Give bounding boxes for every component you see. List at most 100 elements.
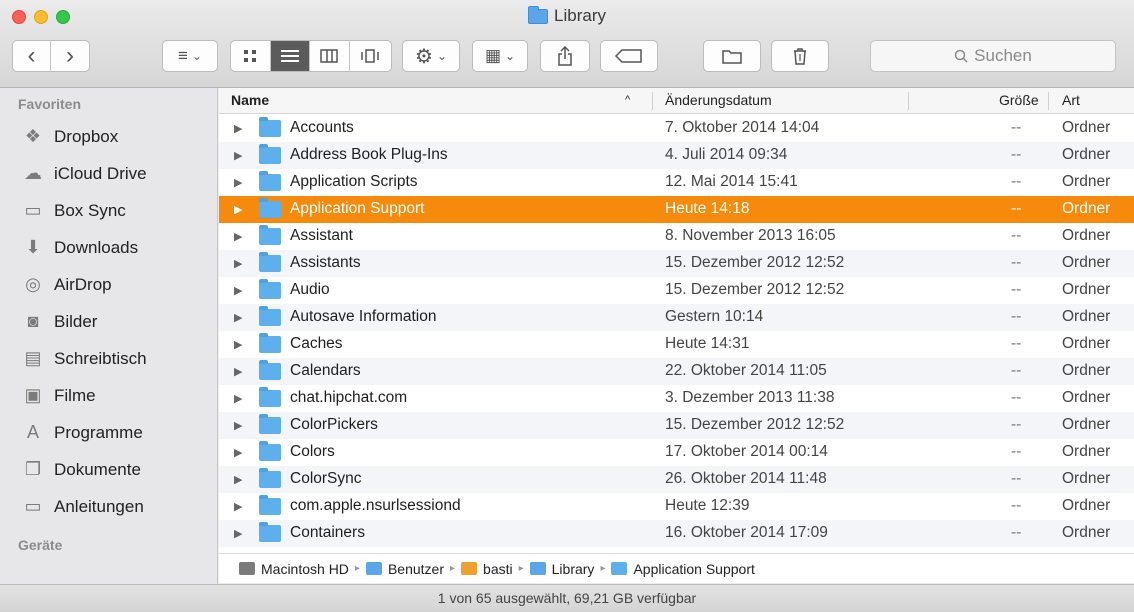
path-item[interactable]: Macintosh HD [261,561,349,577]
trash-icon [794,48,806,65]
path-item[interactable]: Benutzer [388,561,444,577]
disclosure-triangle-icon[interactable]: ▶ [234,527,242,540]
column-header-row: Name ^ Änderungsdatum Größe Art [219,88,1134,114]
sidebar-item-schreibtisch[interactable]: ▤ Schreibtisch [0,340,217,377]
tag-button[interactable] [600,40,658,72]
coverflow-view-button[interactable] [350,41,391,71]
delete-button[interactable] [771,40,829,72]
column-header-size[interactable]: Größe [999,92,1039,108]
disclosure-triangle-icon[interactable]: ▶ [234,473,242,486]
disclosure-triangle-icon[interactable]: ▶ [234,365,242,378]
table-row[interactable]: ▶ Application Support Heute 14:18 -- Ordner [219,196,1134,223]
table-row[interactable]: ▶ Containers 16. Oktober 2014 17:09 -- Ordne… [219,520,1134,547]
new-folder-button[interactable] [703,40,761,72]
column-header-name[interactable]: Name [231,92,269,108]
sidebar-item-dokumente[interactable]: ❐ Dokumente [0,451,217,488]
sidebar-item-airdrop[interactable]: ◎ AirDrop [0,266,217,303]
sidebar-icon: ▭ [24,496,42,516]
status-bar: 1 von 65 ausgewählt, 69,21 GB verfügbar [0,584,1134,612]
forward-icon: › [66,42,74,69]
view-mode-control [230,40,392,72]
share-button[interactable] [540,40,590,72]
table-row[interactable]: ▶ Accounts 7. Oktober 2014 14:04 -- Ordner [219,115,1134,142]
disclosure-triangle-icon[interactable]: ▶ [234,446,242,459]
table-row[interactable]: ▶ Colors 17. Oktober 2014 00:14 -- Ordner [219,439,1134,466]
table-row[interactable]: ▶ chat.hipchat.com 3. Dezember 2013 11:38 -… [219,385,1134,412]
sidebar-item-programme[interactable]: A Programme [0,414,217,451]
file-kind: Ordner [1062,173,1111,190]
sidebar-item-label: Downloads [54,237,139,257]
table-row[interactable]: ▶ Autosave Information Gestern 10:14 -- Ordn… [219,304,1134,331]
file-size: -- [1011,254,1022,271]
action-button[interactable]: ⚙ ⌄ [402,40,460,72]
disclosure-triangle-icon[interactable]: ▶ [234,500,242,513]
file-name: Autosave Information [290,308,437,325]
forward-button[interactable]: › [51,41,89,71]
disclosure-triangle-icon[interactable]: ▶ [234,122,242,135]
table-row[interactable]: ▶ Address Book Plug-Ins 4. Juli 2014 09:34… [219,142,1134,169]
table-row[interactable]: ▶ Audio 15. Dezember 2012 12:52 -- Ordner [219,277,1134,304]
sidebar-item-filme[interactable]: ▣ Filme [0,377,217,414]
column-divider[interactable] [908,92,909,110]
sidebar-item-label: Filme [54,385,96,405]
disclosure-triangle-icon[interactable]: ▶ [234,338,242,351]
sidebar-item-anleitungen[interactable]: ▭ Anleitungen [0,488,217,525]
sidebar-icon: ☁ [24,163,42,183]
table-row[interactable]: ▶ ColorSync 26. Oktober 2014 11:48 -- Ordner [219,466,1134,493]
table-row[interactable]: ▶ Application Scripts 12. Mai 2014 15:41 --… [219,169,1134,196]
arrange-button[interactable]: ≡ ⌄ [162,40,218,72]
disclosure-triangle-icon[interactable]: ▶ [234,311,242,324]
column-header-date[interactable]: Änderungsdatum [665,92,772,108]
group-button[interactable]: ▦ ⌄ [472,40,528,72]
path-item[interactable]: Application Support [633,561,754,577]
column-divider[interactable] [652,92,653,110]
file-size: -- [1011,497,1022,514]
file-name: Caches [290,335,343,352]
list-view-button[interactable] [270,41,311,71]
disclosure-triangle-icon[interactable]: ▶ [234,392,242,405]
disclosure-triangle-icon[interactable]: ▶ [234,149,242,162]
sidebar-item-dropbox[interactable]: ❖ Dropbox [0,118,217,155]
folder-icon [529,562,546,575]
file-kind: Ordner [1062,389,1111,406]
disclosure-triangle-icon[interactable]: ▶ [234,176,242,189]
table-row[interactable]: ▶ Caches Heute 14:31 -- Ordner [219,331,1134,358]
sidebar-icon: ◙ [27,311,39,331]
sidebar-item-icloud-drive[interactable]: ☁ iCloud Drive [0,155,217,192]
table-row[interactable]: ▶ Calendars 22. Oktober 2014 11:05 -- Ordner [219,358,1134,385]
path-item[interactable]: Library [552,561,595,577]
table-row[interactable]: ▶ Assistants 15. Dezember 2012 12:52 -- Ordn… [219,250,1134,277]
file-name: Address Book Plug-Ins [290,146,448,163]
sidebar-item-box-sync[interactable]: ▭ Box Sync [0,192,217,229]
sidebar-item-bilder[interactable]: ◙ Bilder [0,303,217,340]
disclosure-triangle-icon[interactable]: ▶ [234,230,242,243]
disclosure-triangle-icon[interactable]: ▶ [234,257,242,270]
sidebar-item-label: Dokumente [54,459,141,479]
table-row[interactable]: ▶ ColorPickers 15. Dezember 2012 12:52 -- Or… [219,412,1134,439]
file-name: Calendars [290,362,361,379]
path-separator-icon: ▸ [518,563,524,574]
column-divider[interactable] [1048,92,1049,110]
new-folder-icon [722,50,742,64]
disclosure-triangle-icon[interactable]: ▶ [234,203,242,216]
folder-icon [259,414,281,434]
disclosure-triangle-icon[interactable]: ▶ [234,419,242,432]
sidebar-icon: ◎ [25,274,41,294]
file-name: Colors [290,443,335,460]
back-button[interactable]: ‹ [13,41,52,71]
icon-view-button[interactable] [231,41,271,71]
sidebar-item-downloads[interactable]: ⬇ Downloads [0,229,217,266]
disclosure-triangle-icon[interactable]: ▶ [234,284,242,297]
chevron-down-icon: ⌄ [505,49,516,63]
column-header-kind[interactable]: Art [1062,92,1080,108]
file-kind: Ordner [1062,119,1111,136]
path-item[interactable]: basti [483,561,513,577]
folder-icon [259,522,281,542]
table-row[interactable]: ▶ com.apple.nsurlsessiond Heute 12:39 -- Ord… [219,493,1134,520]
file-name: chat.hipchat.com [290,389,408,406]
search-field[interactable]: Suchen [870,40,1116,72]
table-row[interactable]: ▶ Assistant 8. November 2013 16:05 -- Ordner [219,223,1134,250]
sidebar: Favoriten ❖ Dropbox ☁ iCloud Drive ▭ Box Sync… [0,88,218,584]
gear-icon: ⚙ [415,45,433,68]
column-view-button[interactable] [310,41,350,71]
